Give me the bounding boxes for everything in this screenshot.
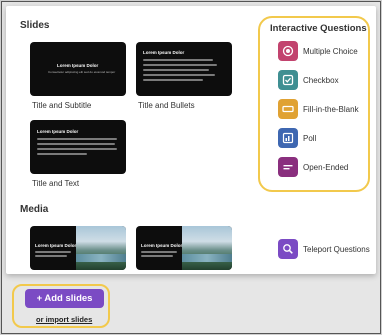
question-label: Multiple Choice [303, 46, 358, 56]
question-label: Fill-in-the-Blank [303, 104, 359, 114]
question-checkbox[interactable]: Checkbox [278, 70, 368, 90]
text-line [37, 153, 87, 155]
media-thumb-image-right[interactable]: Lorem Ipsum Dolor [136, 226, 232, 270]
bullet-line [143, 64, 217, 66]
question-poll[interactable]: Poll [278, 128, 368, 148]
add-slides-button[interactable]: + Add slides [25, 289, 104, 308]
thumb-title: Lorem Ipsum Dolor [141, 243, 183, 248]
slide-picker-panel: Slides Lorem Ipsum Dolor Consectetur adi… [6, 6, 376, 274]
media-section-title: Media [20, 204, 49, 215]
text-lines-icon [278, 157, 298, 177]
slide-label-title-subtitle[interactable]: Title and Subtitle [32, 101, 91, 110]
question-fill-in-the-blank[interactable]: Fill-in-the-Blank [278, 99, 368, 119]
thumb-title: Lorem Ipsum Dolor [57, 63, 99, 68]
question-label: Poll [303, 133, 317, 143]
landscape-image [76, 226, 126, 270]
bullet-line [143, 74, 215, 76]
slide-thumb-title-text[interactable]: Lorem Ipsum Dolor [30, 120, 126, 174]
slide-thumb-title-bullets[interactable]: Lorem Ipsum Dolor [136, 42, 232, 96]
text-line [35, 251, 71, 253]
media-thumb-image-left[interactable]: Lorem Ipsum Dolor [30, 226, 126, 270]
checkbox-icon [278, 70, 298, 90]
thumb-title: Lorem Ipsum Dolor [37, 129, 79, 134]
poll-icon [278, 128, 298, 148]
question-open-ended[interactable]: Open-Ended [278, 157, 368, 177]
bullet-line [143, 59, 213, 61]
text-line [141, 255, 173, 257]
text-line [37, 138, 117, 140]
thumb-subtitle: Consectetur adipiscing elit sed do eiusm… [48, 70, 116, 74]
add-slides-panel-frame: Slides Lorem Ipsum Dolor Consectetur adi… [1, 1, 381, 334]
question-label: Checkbox [303, 75, 339, 85]
radio-icon [278, 41, 298, 61]
text-line [37, 148, 117, 150]
import-slides-link[interactable]: or import slides [36, 315, 92, 324]
text-line [141, 251, 177, 253]
bullet-line [143, 69, 209, 71]
slide-label-title-text[interactable]: Title and Text [32, 179, 79, 188]
question-multiple-choice[interactable]: Multiple Choice [278, 41, 368, 61]
thumb-title: Lorem Ipsum Dolor [35, 243, 77, 248]
teleport-questions-item[interactable]: Teleport Questions [278, 239, 370, 259]
slide-thumb-title-subtitle[interactable]: Lorem Ipsum Dolor Consectetur adipiscing… [30, 42, 126, 96]
thumb-title: Lorem Ipsum Dolor [143, 50, 185, 55]
search-icon [278, 239, 298, 259]
question-label: Open-Ended [303, 162, 349, 172]
interactive-questions-title: Interactive Questions [270, 23, 367, 34]
text-line [37, 143, 115, 145]
slide-label-title-bullets[interactable]: Title and Bullets [138, 101, 195, 110]
text-line [35, 255, 67, 257]
blank-field-icon [278, 99, 298, 119]
bullet-line [143, 79, 203, 81]
teleport-label: Teleport Questions [303, 244, 370, 254]
landscape-image [182, 226, 232, 270]
slides-section-title: Slides [20, 20, 50, 31]
